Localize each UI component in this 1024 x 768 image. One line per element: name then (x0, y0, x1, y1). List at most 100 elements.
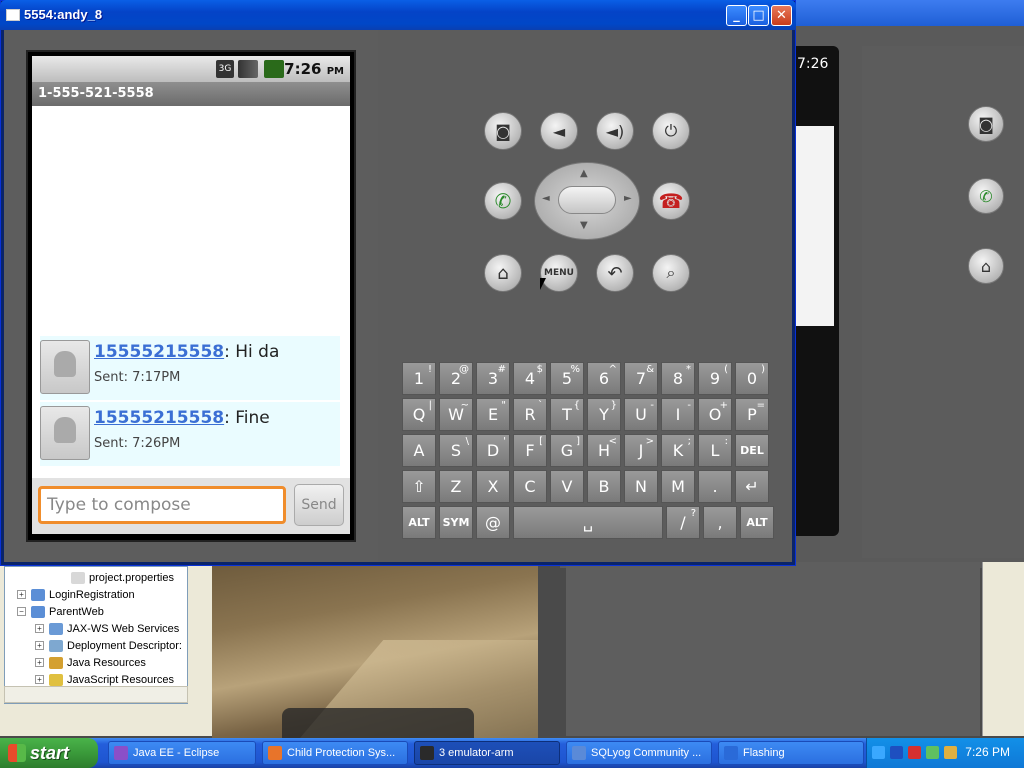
key[interactable]: O + (698, 398, 732, 431)
key[interactable]: 1! (402, 362, 436, 395)
key[interactable]: @ (476, 506, 510, 539)
key[interactable]: DEL (735, 434, 769, 467)
tree-item[interactable]: + Java Resources (35, 654, 146, 671)
key[interactable]: D ' (476, 434, 510, 467)
maximize-button[interactable]: □ (748, 5, 769, 26)
key[interactable]: T{ (550, 398, 584, 431)
contact-avatar[interactable] (40, 340, 90, 394)
key[interactable]: ␣ (513, 506, 663, 539)
key[interactable]: Z (439, 470, 473, 503)
key[interactable]: ALT (740, 506, 774, 539)
dpad-up-icon[interactable]: ▲ (580, 168, 588, 179)
tray-arrow-icon[interactable] (872, 746, 885, 759)
camera-icon[interactable]: ◙ (484, 112, 522, 150)
expand-icon[interactable]: + (35, 641, 44, 650)
taskbar-item[interactable]: Flashing (718, 741, 864, 765)
taskbar-item[interactable]: SQLyog Community ... (566, 741, 712, 765)
taskbar-item[interactable]: Java EE - Eclipse (108, 741, 256, 765)
message-item[interactable]: 15555215558: Hi da Sent: 7:17PM (40, 336, 340, 400)
tray-network-icon[interactable] (890, 746, 903, 759)
key[interactable]: 2 @ (439, 362, 473, 395)
key[interactable]: P = (735, 398, 769, 431)
expand-icon[interactable]: + (17, 590, 26, 599)
key[interactable]: 3 # (476, 362, 510, 395)
signal-icon (238, 60, 258, 78)
close-button[interactable]: ✕ (771, 5, 792, 26)
collapse-icon[interactable]: − (17, 607, 26, 616)
key[interactable]: 9( (698, 362, 732, 395)
expand-icon[interactable]: + (35, 658, 44, 667)
key[interactable]: H < (587, 434, 621, 467)
expand-icon[interactable]: + (35, 624, 44, 633)
tray-volume-icon[interactable] (944, 746, 957, 759)
key[interactable]: I- (661, 398, 695, 431)
tree-item[interactable]: − ParentWeb (17, 603, 104, 620)
key[interactable]: ↵ (735, 470, 769, 503)
key[interactable]: W ~ (439, 398, 473, 431)
compose-input[interactable]: Type to compose (38, 486, 286, 524)
key[interactable]: F[ (513, 434, 547, 467)
key[interactable]: E " (476, 398, 510, 431)
power-icon[interactable]: ⏻ (652, 112, 690, 150)
search-icon[interactable]: ⌕ (652, 254, 690, 292)
call-icon[interactable]: ✆ (484, 182, 522, 220)
key[interactable]: M (661, 470, 695, 503)
key[interactable]: 0) (735, 362, 769, 395)
taskbar-item[interactable]: 3 emulator-arm (414, 741, 560, 765)
key[interactable]: 7 & (624, 362, 658, 395)
key[interactable]: . (698, 470, 732, 503)
tree-item[interactable]: + LoginRegistration (17, 586, 135, 603)
contact-avatar[interactable] (40, 406, 90, 460)
sender-link[interactable]: 15555215558 (94, 408, 224, 428)
key[interactable]: S \ (439, 434, 473, 467)
minimize-button[interactable]: _ (726, 5, 747, 26)
sender-link[interactable]: 15555215558 (94, 342, 224, 362)
home-icon[interactable]: ⌂ (484, 254, 522, 292)
key[interactable]: U- (624, 398, 658, 431)
key[interactable]: 4 $ (513, 362, 547, 395)
volume-up-icon[interactable]: ◄) (596, 112, 634, 150)
expand-icon[interactable]: + (35, 675, 44, 684)
key[interactable]: Q | (402, 398, 436, 431)
dpad-right-icon[interactable]: ► (624, 193, 632, 204)
tray-security-icon[interactable] (908, 746, 921, 759)
tree-item[interactable]: + Deployment Descriptor: (35, 637, 182, 654)
key-label: M (671, 477, 685, 496)
key[interactable]: 8 * (661, 362, 695, 395)
key[interactable]: L: (698, 434, 732, 467)
project-explorer-tree[interactable]: project.properties + LoginRegistration − Par… (4, 566, 188, 704)
dpad-down-icon[interactable]: ▼ (580, 220, 588, 231)
key[interactable]: ⇧ (402, 470, 436, 503)
key[interactable]: V (550, 470, 584, 503)
message-item[interactable]: 15555215558: Fine Sent: 7:26PM (40, 402, 340, 466)
taskbar-item[interactable]: Child Protection Sys... (262, 741, 408, 765)
key[interactable]: /? (666, 506, 700, 539)
horizontal-scrollbar[interactable] (4, 686, 188, 703)
key[interactable]: R ` (513, 398, 547, 431)
key[interactable]: C (513, 470, 547, 503)
tree-node-icon (31, 588, 45, 601)
tree-item[interactable]: project.properties (71, 569, 174, 586)
key[interactable]: A (402, 434, 436, 467)
end-call-icon[interactable]: ☎ (652, 182, 690, 220)
key[interactable]: Y} (587, 398, 621, 431)
tree-item[interactable]: + JAX-WS Web Services (35, 620, 179, 637)
key[interactable]: 5% (550, 362, 584, 395)
key[interactable]: X (476, 470, 510, 503)
send-button[interactable]: Send (294, 484, 344, 526)
key[interactable]: K; (661, 434, 695, 467)
tray-app-icon[interactable] (926, 746, 939, 759)
window-titlebar[interactable] (0, 0, 796, 30)
back-icon[interactable]: ↶ (596, 254, 634, 292)
key[interactable]: N (624, 470, 658, 503)
dpad-center-button[interactable] (558, 186, 616, 214)
key[interactable]: ALT (402, 506, 436, 539)
key[interactable]: SYM (439, 506, 473, 539)
dpad-left-icon[interactable]: ◄ (542, 193, 550, 204)
volume-down-icon[interactable]: ◄ (540, 112, 578, 150)
key[interactable]: B (587, 470, 621, 503)
key[interactable]: J > (624, 434, 658, 467)
key[interactable]: 6 ^ (587, 362, 621, 395)
key[interactable]: , (703, 506, 737, 539)
key[interactable]: G] (550, 434, 584, 467)
